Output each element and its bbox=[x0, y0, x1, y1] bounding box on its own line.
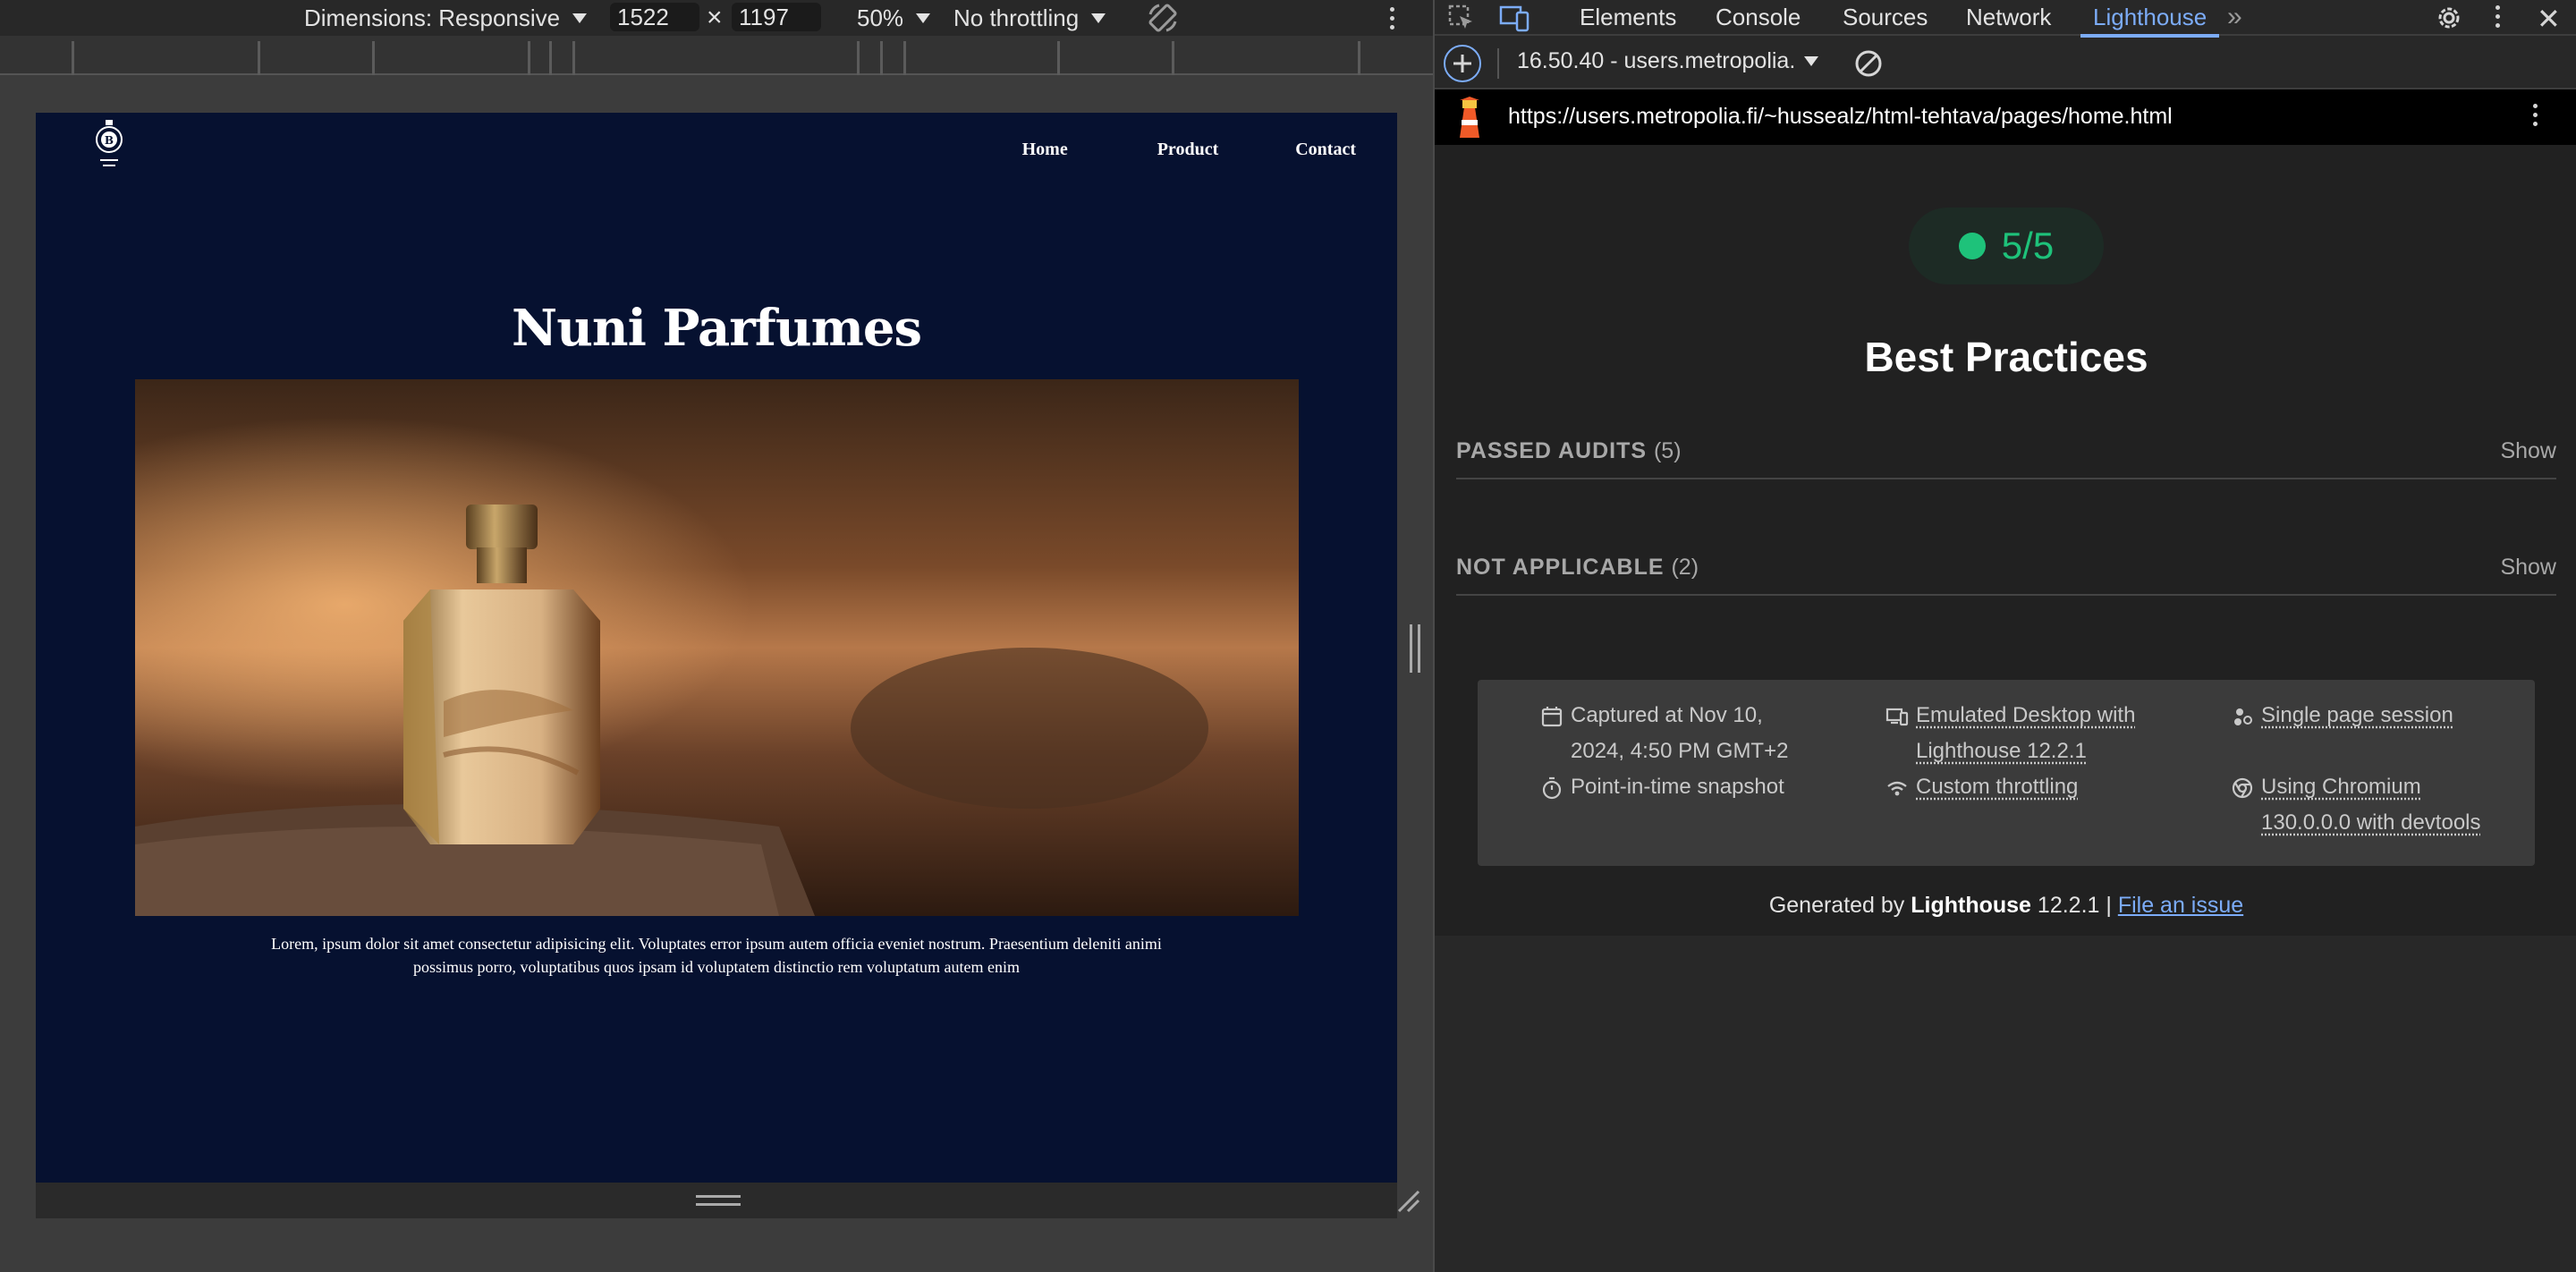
device-emulation-pane: Dimensions: Responsive 1522 × 1197 50% N… bbox=[0, 0, 1433, 1272]
chromium-icon bbox=[2232, 777, 2253, 799]
tab-network[interactable]: Network bbox=[1966, 0, 2051, 36]
tab-sources[interactable]: Sources bbox=[1843, 0, 1928, 36]
dimensions-label: Dimensions: Responsive bbox=[304, 4, 561, 31]
report-url[interactable]: https://users.metropolia.fi/~hussealz/ht… bbox=[1508, 104, 2173, 130]
toolbar-divider bbox=[1497, 48, 1499, 79]
rotate-icon[interactable] bbox=[1147, 0, 1179, 36]
inspect-element-icon[interactable] bbox=[1447, 4, 1476, 37]
ruler-tick bbox=[1057, 41, 1060, 75]
lighthouse-report: 5/5 Best Practices PASSED AUDITS (5) Sho… bbox=[1435, 145, 2576, 936]
dimensions-dropdown[interactable]: Dimensions: Responsive bbox=[304, 0, 588, 36]
lighthouse-logo-icon bbox=[1454, 97, 1485, 144]
calendar-icon bbox=[1541, 707, 1563, 727]
footer-version: 12.2.1 | bbox=[2030, 893, 2118, 918]
width-input[interactable]: 1522 bbox=[610, 3, 699, 31]
audit-group-label: PASSED AUDITS (5) bbox=[1456, 438, 1682, 463]
audit-group-passed[interactable]: PASSED AUDITS (5) Show bbox=[1456, 422, 2556, 479]
footer-brand: Lighthouse bbox=[1911, 893, 2031, 918]
perfume-logo-icon[interactable]: B bbox=[93, 118, 125, 172]
devices-icon bbox=[1885, 708, 1909, 726]
more-tabs-icon[interactable]: » bbox=[2227, 2, 2242, 32]
ruler-tick bbox=[903, 41, 906, 75]
score-value: 5/5 bbox=[2001, 225, 2055, 267]
settings-gear-icon[interactable] bbox=[2435, 4, 2463, 37]
site-navigation: Home Product Contact bbox=[1022, 140, 1356, 160]
report-footer: Generated by Lighthouse 12.2.1 | File an… bbox=[1435, 893, 2576, 919]
site-title: Nuni Parfumes bbox=[512, 299, 922, 358]
throttling-dropdown[interactable]: No throttling bbox=[953, 0, 1106, 36]
runtime-settings-box: Captured at Nov 10, 2024, 4:50 PM GMT+2 … bbox=[1478, 680, 2535, 866]
horizontal-resize-handle-icon[interactable] bbox=[1410, 624, 1420, 673]
lighthouse-toolbar: 16.50.40 - users.metropolia. bbox=[1435, 38, 2576, 89]
audit-group-count: (5) bbox=[1653, 438, 1682, 463]
ruler-tick bbox=[372, 41, 375, 75]
new-report-icon[interactable] bbox=[1442, 43, 1483, 89]
chevron-down-icon bbox=[572, 13, 588, 23]
category-title: Best Practices bbox=[1864, 334, 2148, 380]
audit-group-not-applicable[interactable]: NOT APPLICABLE (2) Show bbox=[1456, 538, 2556, 596]
ruler-tick bbox=[549, 41, 552, 75]
throttling-label: No throttling bbox=[953, 4, 1080, 31]
report-empty-area bbox=[1435, 936, 2576, 1272]
ruler-tick bbox=[1172, 41, 1174, 75]
audit-group-label: NOT APPLICABLE (2) bbox=[1456, 555, 1699, 580]
emulated-viewport[interactable]: B Home Product Contact Nuni Parfumes Lor… bbox=[36, 113, 1397, 1183]
chevron-down-icon bbox=[1804, 56, 1819, 66]
wifi-icon bbox=[1887, 781, 1907, 796]
report-url-bar: https://users.metropolia.fi/~hussealz/ht… bbox=[1435, 89, 2576, 145]
vertical-resize-handle-icon[interactable] bbox=[696, 1195, 741, 1206]
chevron-down-icon bbox=[1091, 13, 1106, 23]
throttling-item[interactable]: Custom throttling bbox=[1887, 769, 2078, 805]
report-selector-label: 16.50.40 - users.metropolia. bbox=[1517, 48, 1796, 73]
show-button[interactable]: Show bbox=[2500, 438, 2556, 464]
ruler-tick bbox=[1358, 41, 1360, 75]
site-caption: Lorem, ipsum dolor sit amet consectetur … bbox=[271, 935, 1162, 976]
ruler-tick bbox=[72, 41, 74, 75]
emulated-device-item[interactable]: Emulated Desktop with Lighthouse 12.2.1 bbox=[1885, 698, 2135, 769]
chevron-down-icon bbox=[916, 13, 931, 23]
timer-icon bbox=[1542, 776, 1562, 800]
device-toolbar: Dimensions: Responsive 1522 × 1197 50% N… bbox=[0, 0, 1433, 36]
nav-link-home[interactable]: Home bbox=[1022, 140, 1068, 160]
nav-link-contact[interactable]: Contact bbox=[1295, 140, 1356, 160]
audit-group-count: (2) bbox=[1671, 555, 1699, 580]
viewport-resize-bar[interactable] bbox=[36, 1183, 1397, 1218]
pass-status-icon bbox=[1958, 233, 1986, 259]
height-input[interactable]: 1197 bbox=[732, 3, 821, 31]
captured-at-item: Captured at Nov 10, 2024, 4:50 PM GMT+2 bbox=[1541, 698, 1788, 769]
session-item[interactable]: Single page session bbox=[2234, 698, 2453, 734]
tab-console[interactable]: Console bbox=[1716, 0, 1801, 36]
report-menu-icon[interactable] bbox=[2533, 104, 2538, 126]
more-options-icon[interactable] bbox=[1390, 0, 1394, 36]
zoom-label: 50% bbox=[857, 4, 904, 31]
ruler-tick bbox=[880, 41, 883, 75]
chromium-item[interactable]: Using Chromium 130.0.0.0 with devtools bbox=[2232, 769, 2481, 841]
media-query-ruler[interactable] bbox=[0, 36, 1433, 75]
show-button[interactable]: Show bbox=[2500, 555, 2556, 581]
zoom-dropdown[interactable]: 50% bbox=[857, 0, 931, 36]
ruler-tick bbox=[258, 41, 260, 75]
ruler-tick bbox=[528, 41, 530, 75]
ruler-tick bbox=[857, 41, 860, 75]
footer-prefix: Generated by bbox=[1768, 893, 1911, 918]
clear-reports-icon[interactable] bbox=[1853, 48, 1884, 83]
tab-lighthouse[interactable]: Lighthouse bbox=[2080, 0, 2220, 38]
times-sign: × bbox=[707, 3, 723, 32]
session-icon bbox=[2234, 708, 2252, 725]
customize-menu-icon[interactable] bbox=[2496, 5, 2500, 28]
corner-resize-icon[interactable] bbox=[1395, 1188, 1422, 1215]
nav-link-product[interactable]: Product bbox=[1157, 140, 1219, 160]
score-badge: 5/5 bbox=[1909, 208, 2104, 284]
ruler-tick bbox=[572, 41, 575, 75]
file-issue-link[interactable]: File an issue bbox=[2118, 893, 2243, 918]
close-icon[interactable]: ✕ bbox=[2537, 2, 2561, 36]
svg-text:B: B bbox=[105, 134, 114, 147]
tab-elements[interactable]: Elements bbox=[1580, 0, 1676, 36]
devtools-tab-bar: Elements Console Sources Network Lightho… bbox=[1435, 0, 2576, 38]
device-toolbar-icon[interactable] bbox=[1499, 4, 1531, 37]
devtools-panel: Elements Console Sources Network Lightho… bbox=[1433, 0, 2576, 1272]
perfume-hero-image bbox=[135, 379, 1299, 916]
report-selector[interactable]: 16.50.40 - users.metropolia. bbox=[1517, 48, 1819, 74]
snapshot-item: Point-in-time snapshot bbox=[1542, 769, 1784, 805]
